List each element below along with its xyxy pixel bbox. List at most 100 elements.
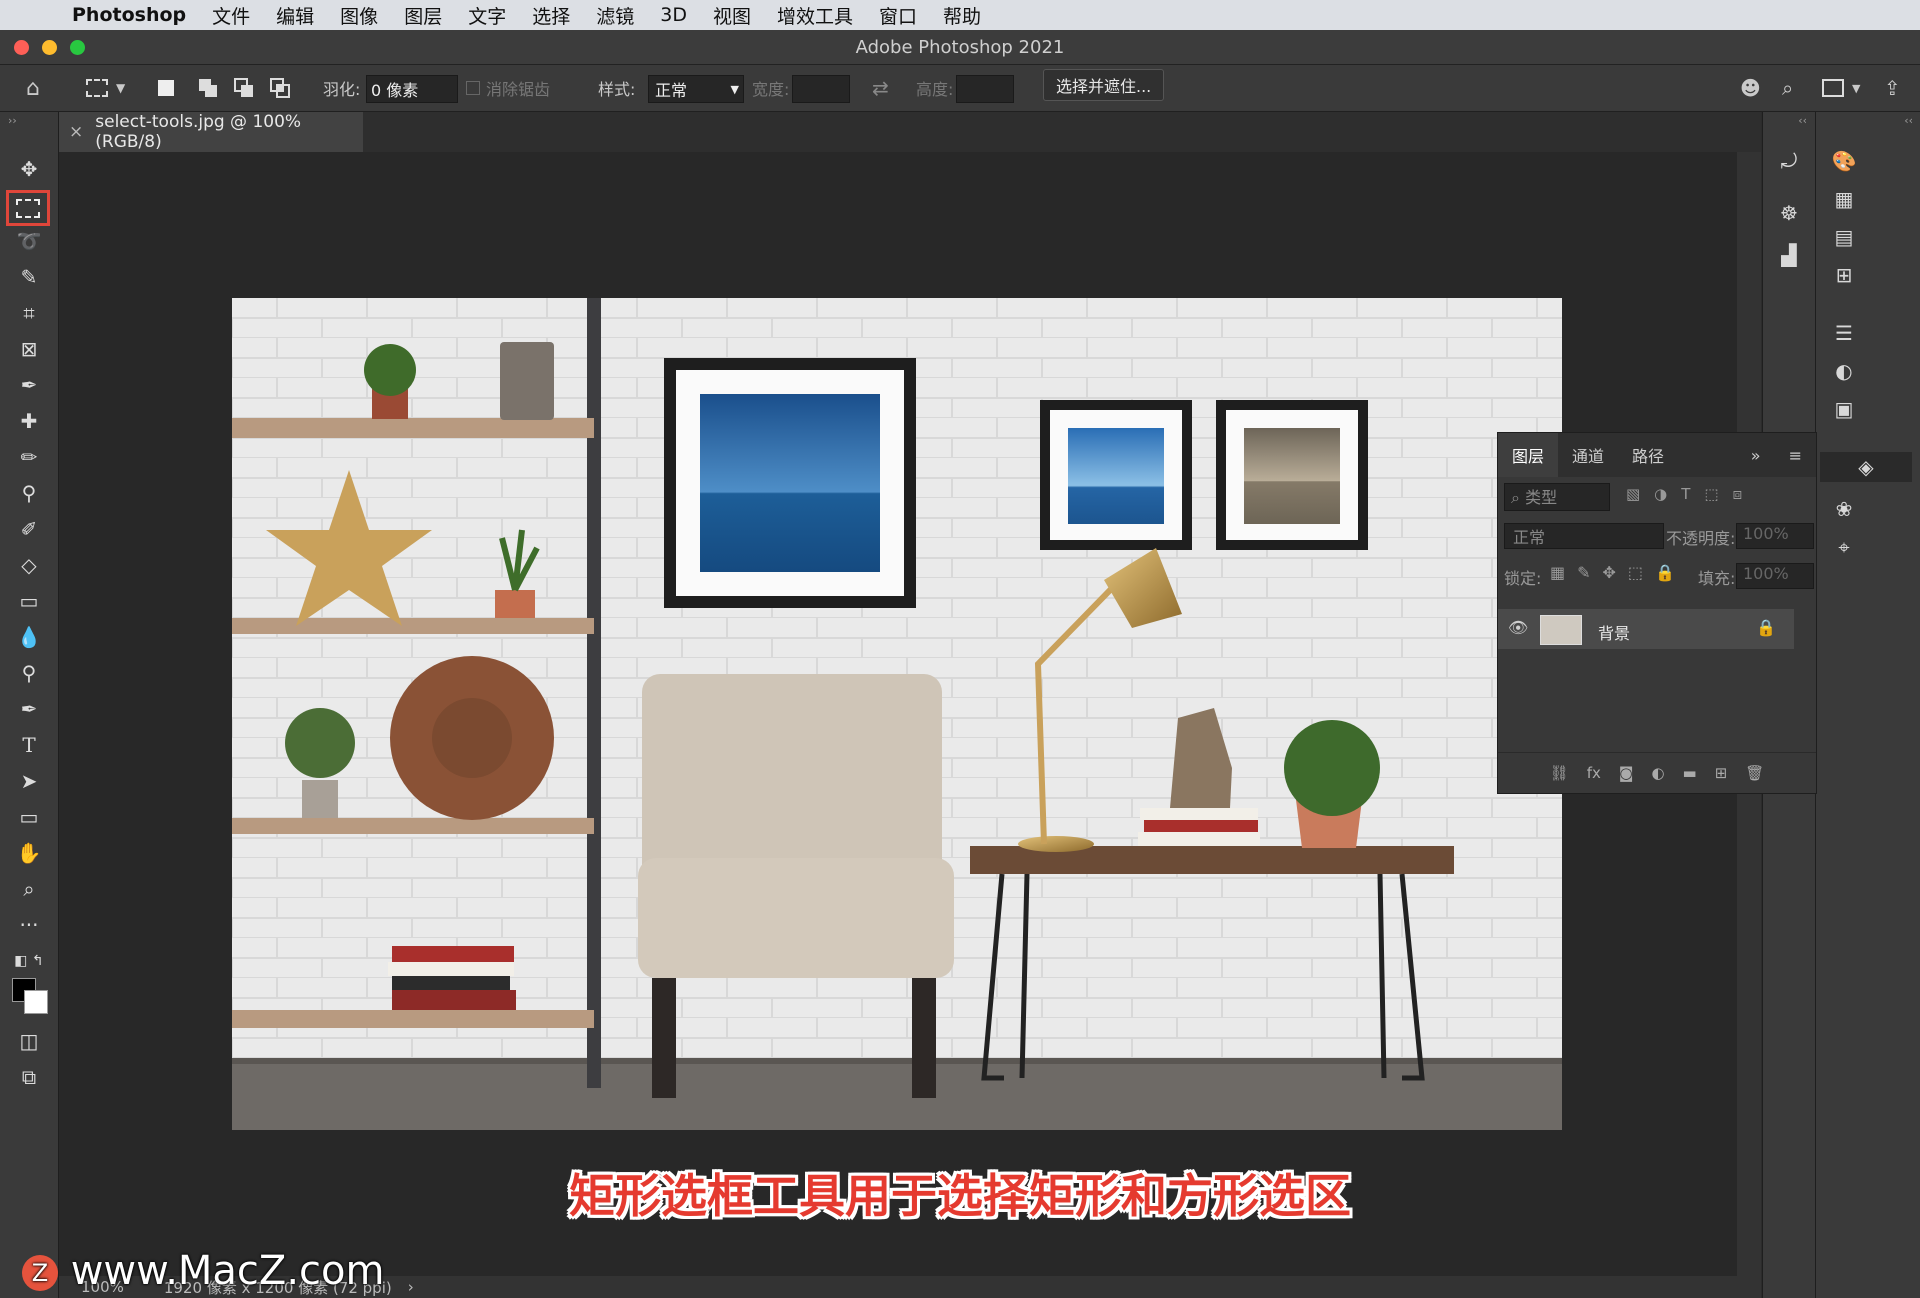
menu-plugins[interactable]: 增效工具	[777, 2, 853, 29]
filter-kind-select[interactable]: ⌕ 类型	[1504, 483, 1610, 511]
quick-selection-tool-icon[interactable]: ✎	[10, 262, 48, 292]
libraries-icon[interactable]: ▣	[1824, 394, 1864, 424]
menu-help[interactable]: 帮助	[943, 2, 981, 29]
menu-filter[interactable]: 滤镜	[596, 2, 634, 29]
tool-preset-picker[interactable]: ▼	[86, 75, 125, 101]
visibility-eye-icon[interactable]: 👁	[1508, 618, 1528, 637]
histogram-icon[interactable]: ▟	[1769, 240, 1809, 270]
collapse-panel-icon[interactable]: »	[1737, 433, 1775, 477]
gradients-icon[interactable]: ▤	[1824, 222, 1864, 252]
pen-tool-icon[interactable]: ✒	[10, 694, 48, 724]
navigator-icon[interactable]: ☸	[1769, 198, 1809, 228]
expand-panels-icon[interactable]: ‹‹	[1904, 114, 1913, 127]
type-tool-icon[interactable]: T	[10, 730, 48, 760]
fx-icon[interactable]: fx	[1587, 764, 1601, 782]
color-palette-icon[interactable]: 🎨	[1824, 146, 1864, 176]
blur-tool-icon[interactable]: 💧	[10, 622, 48, 652]
rectangle-tool-icon[interactable]: ▭	[10, 802, 48, 832]
collapse-icon[interactable]: ››	[8, 114, 17, 127]
healing-brush-tool-icon[interactable]: ✚	[10, 406, 48, 436]
dodge-tool-icon[interactable]: ⚲	[10, 658, 48, 688]
swatches-icon[interactable]: ▦	[1824, 184, 1864, 214]
workspace-switcher[interactable]: ▼	[1822, 75, 1860, 101]
learn-icon[interactable]: ☻	[1740, 75, 1761, 101]
panel-menu-icon[interactable]: ≡	[1775, 433, 1816, 477]
layers-panel-icon[interactable]: ◈	[1820, 452, 1912, 482]
zoom-tool-icon[interactable]: ⌕	[10, 874, 48, 904]
add-to-selection-button[interactable]	[198, 75, 220, 101]
brush-tool-icon[interactable]: ✏	[10, 442, 48, 472]
fill-input[interactable]: 100%	[1736, 563, 1814, 589]
document-tab[interactable]: × select-tools.jpg @ 100%(RGB/8)	[59, 112, 363, 152]
lock-buttons[interactable]: ▦✎✥⬚🔒	[1550, 563, 1687, 582]
layers-panel: 图层 通道 路径 » ≡ ⌕ 类型 ▧◑T⬚⧈ 正常 不透明度: 100% 锁定…	[1497, 432, 1817, 794]
quick-mask-icon[interactable]: ◫	[10, 1026, 48, 1056]
menu-image[interactable]: 图像	[340, 2, 378, 29]
feather-input[interactable]: 0 像素	[366, 75, 458, 103]
edit-toolbar-icon[interactable]: ···	[10, 910, 48, 940]
menu-file[interactable]: 文件	[212, 2, 250, 29]
frame-tool-icon[interactable]: ⊠	[10, 334, 48, 364]
new-selection-button[interactable]	[158, 75, 174, 101]
screen-mode-icon[interactable]: ⧉	[10, 1062, 48, 1092]
eraser-tool-icon[interactable]: ◇	[10, 550, 48, 580]
home-icon[interactable]: ⌂	[26, 75, 40, 101]
lasso-tool-icon[interactable]: ➰	[10, 226, 48, 256]
document-image[interactable]	[232, 298, 1562, 1130]
link-layers-icon[interactable]: ⛓	[1550, 764, 1569, 782]
menu-3d[interactable]: 3D	[660, 4, 687, 26]
history-icon[interactable]: ⤾	[1769, 146, 1809, 176]
channels-icon[interactable]: ❀	[1824, 494, 1864, 524]
document-tab-title: select-tools.jpg @ 100%(RGB/8)	[95, 112, 302, 152]
path-selection-tool-icon[interactable]: ➤	[10, 766, 48, 796]
tab-channels[interactable]: 通道	[1558, 433, 1618, 477]
rectangular-marquee-tool-icon[interactable]	[6, 190, 50, 226]
fill-label: 填充:	[1698, 569, 1736, 588]
search-icon[interactable]: ⌕	[1782, 75, 1793, 101]
marquee-glyph-icon	[16, 198, 40, 218]
tab-paths[interactable]: 路径	[1618, 433, 1678, 477]
move-tool-icon[interactable]: ✥	[10, 154, 48, 184]
gradient-tool-icon[interactable]: ▭	[10, 586, 48, 616]
opacity-input[interactable]: 100%	[1736, 523, 1814, 549]
layer-row[interactable]: 👁 背景 🔒	[1498, 609, 1794, 649]
add-mask-icon[interactable]: ◙	[1619, 764, 1634, 782]
new-adjustment-icon[interactable]: ◐	[1651, 764, 1664, 782]
share-icon[interactable]: ⇪	[1884, 75, 1901, 101]
menu-view[interactable]: 视图	[713, 2, 751, 29]
history-brush-tool-icon[interactable]: ✐	[10, 514, 48, 544]
eyedropper-tool-icon[interactable]: ✒	[10, 370, 48, 400]
clone-stamp-tool-icon[interactable]: ⚲	[10, 478, 48, 508]
hand-tool-icon[interactable]: ✋	[10, 838, 48, 868]
adjustments-icon[interactable]: ◐	[1824, 356, 1864, 386]
menu-window[interactable]: 窗口	[879, 2, 917, 29]
menu-layer[interactable]: 图层	[404, 2, 442, 29]
select-and-mask-button[interactable]: 选择并遮住...	[1043, 69, 1165, 101]
properties-icon[interactable]: ☰	[1824, 318, 1864, 348]
expand-dock-icon[interactable]: ‹‹	[1798, 114, 1807, 127]
tab-layers[interactable]: 图层	[1498, 433, 1559, 477]
style-select[interactable]: 正常 ▼	[648, 75, 744, 103]
paths-icon[interactable]: ⌖	[1824, 532, 1864, 562]
swap-dimensions-icon[interactable]: ⇄	[872, 75, 889, 101]
default-colors-icon[interactable]: ◧ ↰	[10, 946, 48, 976]
menu-select[interactable]: 选择	[532, 2, 570, 29]
close-tab-icon[interactable]: ×	[69, 122, 83, 142]
height-input[interactable]	[956, 75, 1014, 103]
app-menu[interactable]: Photoshop	[72, 4, 186, 26]
new-group-icon[interactable]: ▬	[1683, 764, 1697, 782]
new-layer-icon[interactable]: ⊞	[1715, 764, 1728, 782]
delete-layer-icon[interactable]: 🗑	[1745, 764, 1764, 782]
filter-buttons[interactable]: ▧◑T⬚⧈	[1626, 485, 1756, 503]
crop-tool-icon[interactable]: ⌗	[10, 298, 48, 328]
subtract-selection-button[interactable]	[234, 75, 256, 101]
intersect-selection-button[interactable]	[270, 75, 292, 101]
width-input[interactable]	[792, 75, 850, 103]
background-color-swatch[interactable]	[24, 990, 48, 1014]
antialias-checkbox[interactable]: 消除锯齿	[466, 75, 550, 101]
chevron-right-icon[interactable]: ›	[408, 1278, 414, 1296]
menu-edit[interactable]: 编辑	[276, 2, 314, 29]
blend-mode-select[interactable]: 正常	[1504, 523, 1664, 549]
patterns-icon[interactable]: ⊞	[1824, 260, 1864, 290]
menu-type[interactable]: 文字	[468, 2, 506, 29]
